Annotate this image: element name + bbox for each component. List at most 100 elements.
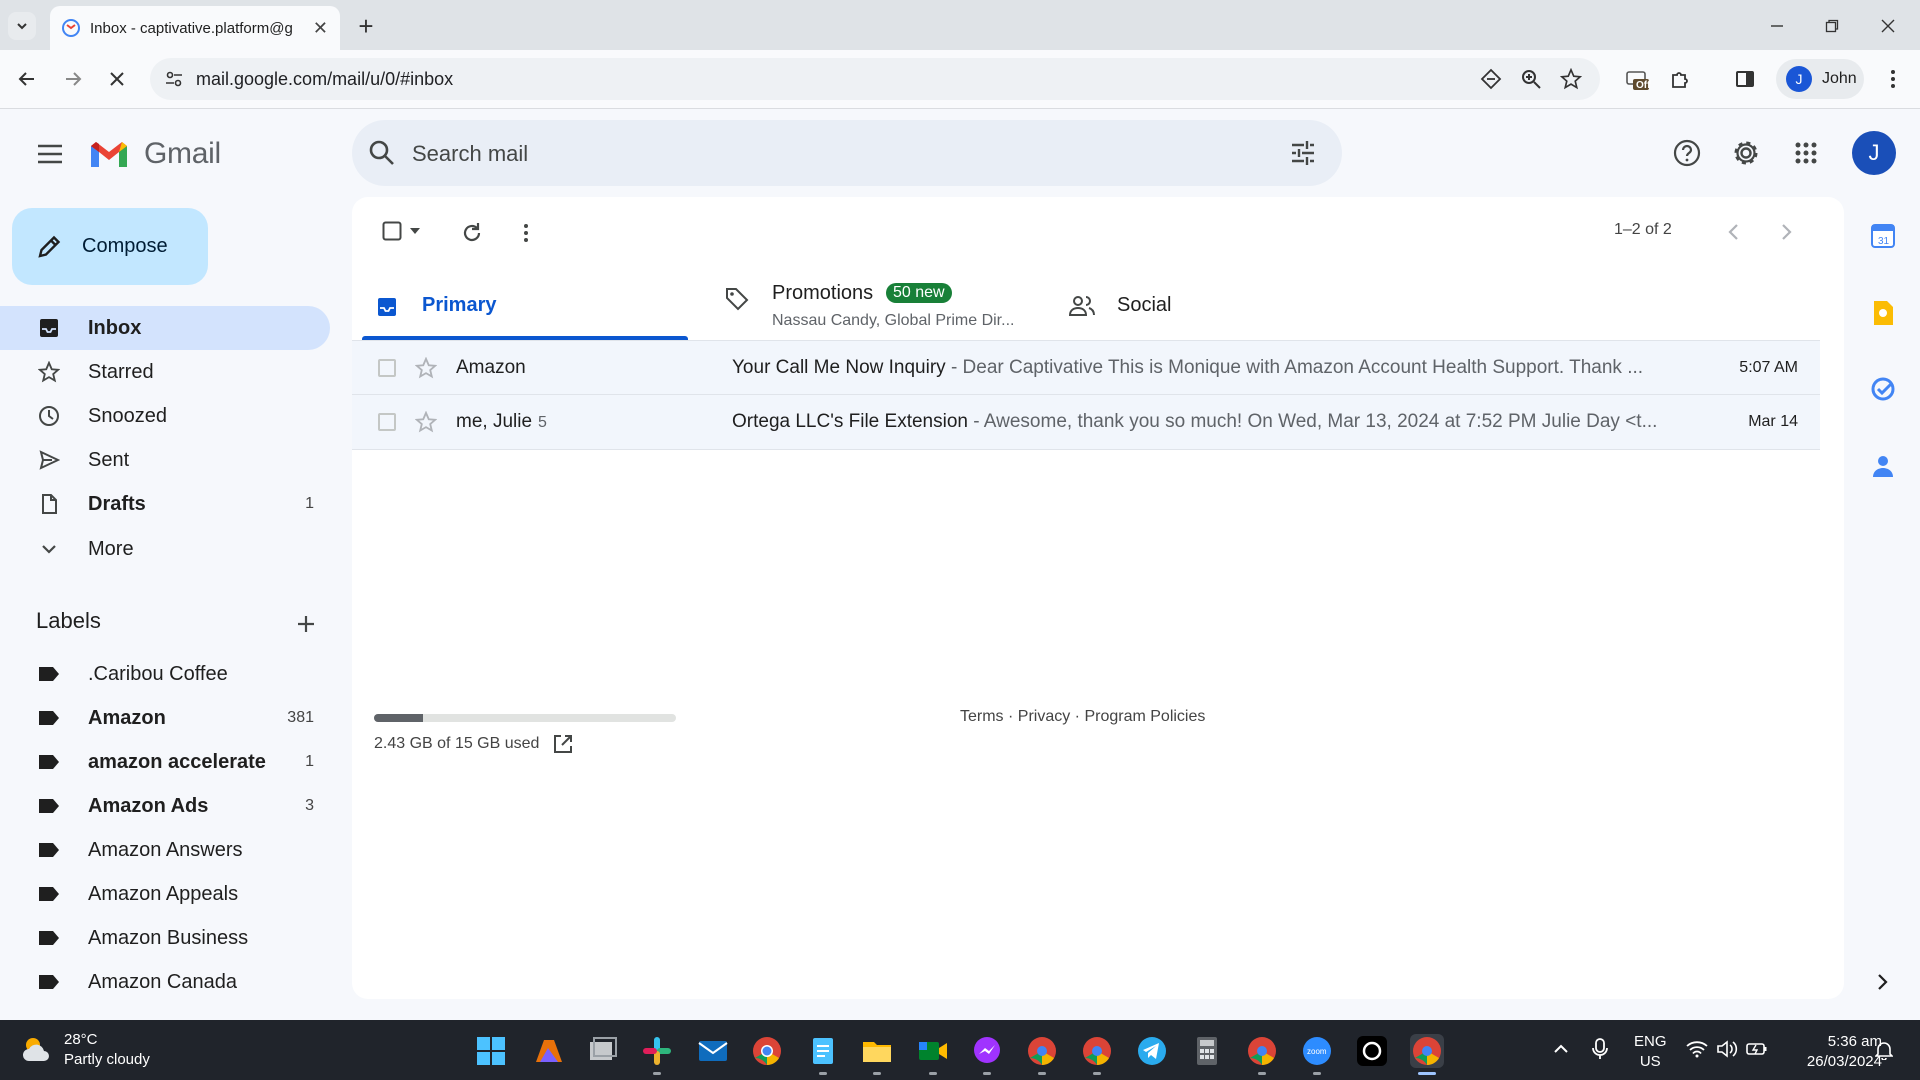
volume-icon[interactable] — [1716, 1040, 1738, 1058]
site-settings-icon[interactable] — [164, 69, 184, 89]
search-icon[interactable] — [368, 139, 396, 167]
forward-button[interactable] — [58, 64, 88, 94]
sidebar-item-inbox[interactable]: Inbox — [0, 306, 330, 350]
browser-tab-gmail[interactable]: Inbox - captivative.platform@g ✕ — [50, 6, 340, 50]
select-all-checkbox[interactable] — [374, 217, 428, 245]
sidebar-item-more[interactable]: More — [0, 527, 330, 571]
email-row[interactable]: Amazon Your Call Me Now Inquiry - Dear C… — [352, 340, 1820, 395]
task-view-icon[interactable] — [586, 1034, 620, 1068]
new-tab-button[interactable]: + — [352, 11, 380, 41]
battery-icon[interactable] — [1746, 1040, 1768, 1058]
email-row[interactable]: me, Julie 5 Ortega LLC's File Extension -… — [352, 395, 1820, 450]
calculator-app-icon[interactable] — [1190, 1034, 1224, 1068]
search-bar[interactable]: Search mail — [352, 120, 1342, 186]
sidebar-item-snoozed[interactable]: Snoozed — [0, 394, 330, 438]
extensions-button[interactable] — [1665, 64, 1695, 94]
label-item[interactable]: Amazon Ads 3 — [0, 784, 330, 828]
stop-loading-button[interactable] — [102, 64, 132, 94]
tab-primary[interactable]: Primary — [362, 272, 688, 340]
terms-link[interactable]: Terms — [960, 708, 1004, 725]
keep-app-button[interactable] — [1868, 298, 1898, 328]
weather-widget[interactable]: 28°C Partly cloudy — [20, 1030, 150, 1070]
system-clock[interactable]: 5:36 am 26/03/2024 — [1782, 1032, 1882, 1072]
more-actions-button[interactable] — [510, 217, 542, 249]
tasks-app-button[interactable] — [1868, 374, 1898, 404]
wifi-icon[interactable] — [1686, 1040, 1708, 1058]
minimize-button[interactable] — [1763, 12, 1791, 40]
compose-button[interactable]: Compose — [12, 208, 208, 285]
messenger-app-icon[interactable] — [970, 1034, 1004, 1068]
tab-close-icon[interactable]: ✕ — [313, 18, 328, 39]
zoom-app-icon[interactable]: zoom — [1300, 1034, 1334, 1068]
label-item[interactable]: Amazon Canada — [0, 960, 330, 1004]
label-item[interactable]: Amazon 381 — [0, 696, 330, 740]
program-policies-link[interactable]: Program Policies — [1084, 708, 1205, 725]
chrome-profile-app-icon[interactable] — [1080, 1034, 1114, 1068]
sidebar-item-drafts[interactable]: Drafts 1 — [0, 482, 330, 526]
back-button[interactable] — [12, 64, 42, 94]
row-checkbox[interactable] — [378, 358, 396, 377]
search-input[interactable]: Search mail — [412, 141, 528, 167]
copilot-app-icon[interactable] — [532, 1034, 566, 1068]
sidebar-item-starred[interactable]: Starred — [0, 350, 330, 394]
microphone-icon[interactable] — [1591, 1038, 1609, 1060]
star-icon[interactable] — [415, 411, 437, 433]
slack-app-icon[interactable] — [640, 1034, 674, 1068]
restore-button[interactable] — [1818, 12, 1846, 40]
address-bar[interactable]: mail.google.com/mail/u/0/#inbox — [150, 58, 1600, 100]
google-apps-button[interactable] — [1789, 136, 1823, 170]
language-indicator[interactable]: ENG US — [1634, 1032, 1667, 1072]
support-button[interactable] — [1670, 136, 1704, 170]
inbox-icon — [378, 298, 396, 316]
settings-button[interactable] — [1729, 136, 1763, 170]
side-panel-button[interactable] — [1730, 64, 1760, 94]
tab-social[interactable]: Social — [1057, 272, 1377, 338]
newer-button[interactable] — [1718, 217, 1748, 247]
chrome-profile-app-icon[interactable] — [1245, 1034, 1279, 1068]
browser-menu-button[interactable] — [1878, 64, 1908, 94]
search-options-icon[interactable] — [1289, 139, 1317, 167]
star-icon[interactable] — [415, 356, 437, 379]
privacy-link[interactable]: Privacy — [1018, 708, 1070, 725]
main-menu-button[interactable] — [30, 138, 70, 170]
chrome-active-app-icon[interactable] — [1410, 1034, 1444, 1068]
calendar-app-button[interactable]: 31 — [1868, 221, 1898, 251]
show-side-panel-button[interactable] — [1868, 967, 1898, 997]
tab-promotions[interactable]: Promotions 50 new Nassau Candy, Global P… — [712, 272, 1032, 338]
zoom-icon[interactable] — [1520, 68, 1542, 90]
weather-temp: 28°C — [64, 1031, 98, 1048]
install-app-icon[interactable] — [1480, 68, 1502, 90]
sidebar-item-sent[interactable]: Sent — [0, 438, 330, 482]
profile-button[interactable]: J John — [1776, 59, 1864, 99]
close-window-button[interactable] — [1874, 12, 1902, 40]
refresh-button[interactable] — [456, 217, 488, 249]
gmail-logo[interactable]: Gmail — [88, 137, 221, 171]
chrome-app-icon[interactable] — [750, 1034, 784, 1068]
notepad-app-icon[interactable] — [806, 1034, 840, 1068]
chrome-profile-app-icon[interactable] — [1025, 1034, 1059, 1068]
label-item[interactable]: .Caribou Coffee — [0, 652, 330, 696]
tab-search-button[interactable] — [8, 12, 36, 40]
label-item[interactable]: Amazon Business — [0, 916, 330, 960]
label-item[interactable]: Amazon Answers — [0, 828, 330, 872]
labels-heading: Labels — [36, 608, 101, 633]
older-button[interactable] — [1772, 217, 1802, 247]
open-in-new-icon[interactable] — [552, 733, 574, 755]
chatgpt-app-icon[interactable] — [1355, 1034, 1389, 1068]
bookmark-star-icon[interactable] — [1560, 68, 1582, 90]
contacts-app-button[interactable] — [1868, 451, 1898, 481]
notification-bell-icon[interactable] — [1875, 1040, 1893, 1060]
label-item[interactable]: Amazon Appeals — [0, 872, 330, 916]
sidebar-item-label: More — [88, 537, 134, 560]
label-item[interactable]: amazon accelerate 1 — [0, 740, 330, 784]
telegram-app-icon[interactable] — [1135, 1034, 1169, 1068]
create-label-button[interactable] — [292, 610, 320, 638]
meet-app-icon[interactable] — [916, 1034, 950, 1068]
account-avatar[interactable]: J — [1852, 131, 1896, 175]
row-checkbox[interactable] — [378, 413, 396, 431]
windows-start-icon[interactable] — [474, 1034, 508, 1068]
chevron-up-icon[interactable] — [1552, 1040, 1570, 1058]
extension-off-button[interactable]: Off — [1622, 64, 1652, 94]
file-explorer-icon[interactable] — [860, 1034, 894, 1068]
mail-app-icon[interactable] — [696, 1034, 730, 1068]
